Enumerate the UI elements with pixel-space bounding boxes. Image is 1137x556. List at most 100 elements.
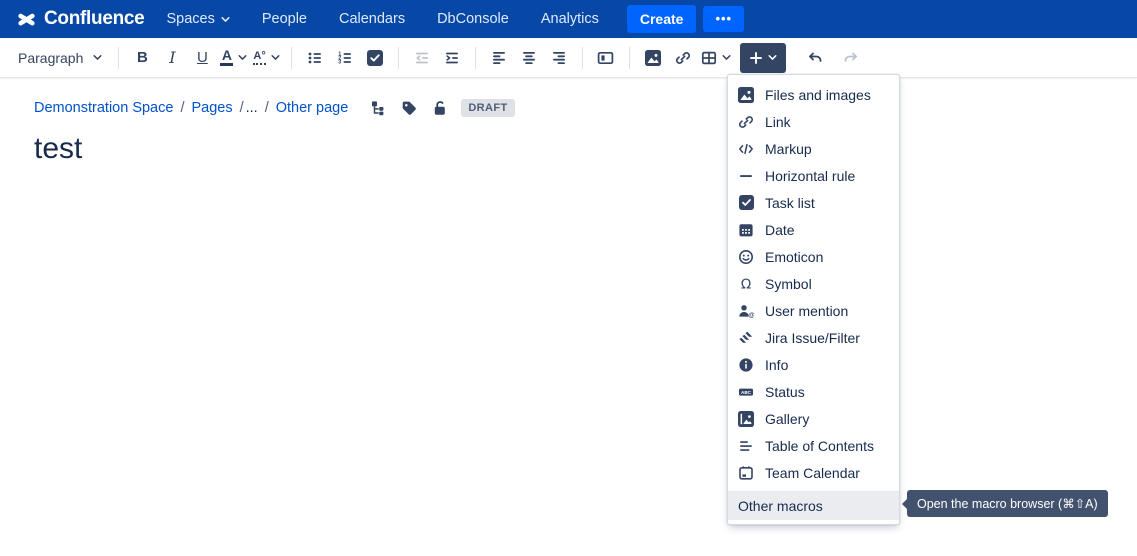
- markup-icon: [738, 141, 754, 157]
- status-icon: ABC: [738, 384, 754, 400]
- table-of-contents-icon: [738, 438, 754, 454]
- menu-item-label: Symbol: [765, 276, 812, 292]
- nav-item-people[interactable]: People: [262, 11, 307, 27]
- page-tree-icon: [370, 100, 386, 116]
- chevron-down-icon: [93, 54, 102, 61]
- table-dropdown[interactable]: [698, 42, 734, 74]
- undo-redo-group: [800, 42, 866, 74]
- confluence-logo[interactable]: Confluence: [16, 8, 144, 30]
- page-title[interactable]: test: [34, 132, 82, 166]
- insert-menu-item-info[interactable]: Info: [728, 351, 899, 378]
- bold-button[interactable]: B: [127, 42, 157, 74]
- insert-more-dropdown[interactable]: [740, 43, 786, 73]
- numbered-list-button[interactable]: 1 2 3: [330, 42, 360, 74]
- align-left-button[interactable]: [484, 42, 514, 74]
- create-button[interactable]: Create: [627, 5, 697, 33]
- insert-menu-item-team-calendar[interactable]: Team Calendar: [728, 459, 899, 486]
- italic-icon: I: [169, 48, 175, 67]
- breadcrumb-pages-link[interactable]: Pages: [191, 100, 232, 116]
- menu-item-label: Status: [765, 384, 805, 400]
- unlock-icon: [432, 100, 448, 116]
- insert-link-icon: [675, 50, 691, 66]
- nav-more-button[interactable]: •••: [703, 6, 744, 32]
- insert-menu-item-files-and-images[interactable]: Files and images: [728, 81, 899, 108]
- insert-menu-item-table-of-contents[interactable]: Table of Contents: [728, 432, 899, 459]
- redo-button[interactable]: [836, 42, 866, 74]
- nav-item-dbconsole[interactable]: DbConsole: [437, 11, 509, 27]
- breadcrumb-separator: /: [180, 100, 184, 116]
- labels-button[interactable]: [401, 100, 417, 116]
- macro-browser-tooltip: Open the macro browser (⌘⇧A): [907, 490, 1108, 517]
- page-layout-button[interactable]: [591, 42, 621, 74]
- page-tree-button[interactable]: [370, 100, 386, 116]
- date-icon: [738, 222, 754, 238]
- text-color-dropdown[interactable]: A: [217, 42, 250, 74]
- menu-item-label: User mention: [765, 303, 848, 319]
- files-and-images-icon: [738, 87, 754, 103]
- undo-icon: [806, 50, 824, 66]
- align-left-icon: [491, 50, 507, 66]
- insert-image-button[interactable]: [638, 42, 668, 74]
- breadcrumb-separator: /: [265, 100, 269, 116]
- nav-item-label: Calendars: [339, 11, 405, 27]
- menu-item-label: Other macros: [738, 498, 823, 514]
- toolbar-divider: [291, 47, 292, 69]
- indent-button[interactable]: [437, 42, 467, 74]
- task-list-button[interactable]: [360, 42, 390, 74]
- paragraph-style-label: Paragraph: [18, 50, 83, 66]
- breadcrumb-ellipsis[interactable]: ...: [246, 100, 258, 116]
- confluence-logo-icon: [16, 9, 37, 30]
- nav-item-label: Spaces: [166, 11, 214, 27]
- horizontal-rule-icon: [738, 168, 754, 184]
- toolbar-divider: [475, 47, 476, 69]
- insert-menu-item-markup[interactable]: Markup: [728, 135, 899, 162]
- indent-icon: [444, 50, 460, 66]
- insert-menu-item-symbol[interactable]: Ω Symbol: [728, 270, 899, 297]
- underline-button[interactable]: U: [187, 42, 217, 74]
- nav-item-label: Analytics: [541, 11, 599, 27]
- chevron-down-icon: [768, 54, 777, 61]
- insert-menu-item-other-macros[interactable]: Other macros: [728, 492, 899, 520]
- insert-menu-item-date[interactable]: Date: [728, 216, 899, 243]
- insert-menu-item-user-mention[interactable]: @ User mention: [728, 297, 899, 324]
- nav-menu: Spaces People Calendars DbConsole Analyt…: [166, 11, 598, 27]
- insert-link-button[interactable]: [668, 42, 698, 74]
- insert-menu-item-status[interactable]: ABC Status: [728, 378, 899, 405]
- menu-item-label: Emoticon: [765, 249, 823, 265]
- nav-item-spaces[interactable]: Spaces: [166, 11, 229, 27]
- align-center-button[interactable]: [514, 42, 544, 74]
- bullet-list-button[interactable]: [300, 42, 330, 74]
- insert-menu-item-horizontal-rule[interactable]: Horizontal rule: [728, 162, 899, 189]
- svg-text:@: @: [748, 312, 754, 319]
- outdent-button[interactable]: [407, 42, 437, 74]
- breadcrumb-space-link[interactable]: Demonstration Space: [34, 100, 173, 116]
- menu-item-label: Table of Contents: [765, 438, 874, 454]
- undo-button[interactable]: [800, 42, 830, 74]
- outdent-icon: [414, 50, 430, 66]
- breadcrumb-actions: [370, 100, 448, 116]
- insert-menu-item-jira[interactable]: Jira Issue/Filter: [728, 324, 899, 351]
- tooltip-text: Open the macro browser (⌘⇧A): [917, 496, 1098, 511]
- paragraph-style-dropdown[interactable]: Paragraph: [10, 42, 110, 74]
- svg-text:3: 3: [338, 59, 341, 65]
- chevron-down-icon: [221, 16, 230, 23]
- nav-item-calendars[interactable]: Calendars: [339, 11, 405, 27]
- nav-item-label: DbConsole: [437, 11, 509, 27]
- plus-icon: [749, 51, 763, 65]
- nav-item-label: People: [262, 11, 307, 27]
- nav-item-analytics[interactable]: Analytics: [541, 11, 599, 27]
- insert-menu-item-link[interactable]: Link: [728, 108, 899, 135]
- insert-menu-item-gallery[interactable]: Gallery: [728, 405, 899, 432]
- more-formatting-dropdown[interactable]: A°: [250, 42, 282, 74]
- insert-menu-item-emoticon[interactable]: Emoticon: [728, 243, 899, 270]
- italic-button[interactable]: I: [157, 42, 187, 74]
- insert-image-icon: [645, 50, 661, 66]
- toolbar-divider: [629, 47, 630, 69]
- breadcrumb-page-link[interactable]: Other page: [276, 100, 349, 116]
- insert-menu-item-task-list[interactable]: Task list: [728, 189, 899, 216]
- align-right-button[interactable]: [544, 42, 574, 74]
- draft-status-badge: DRAFT: [461, 99, 514, 117]
- toolbar-divider: [582, 47, 583, 69]
- unlock-button[interactable]: [432, 100, 448, 116]
- gallery-icon: [738, 411, 754, 427]
